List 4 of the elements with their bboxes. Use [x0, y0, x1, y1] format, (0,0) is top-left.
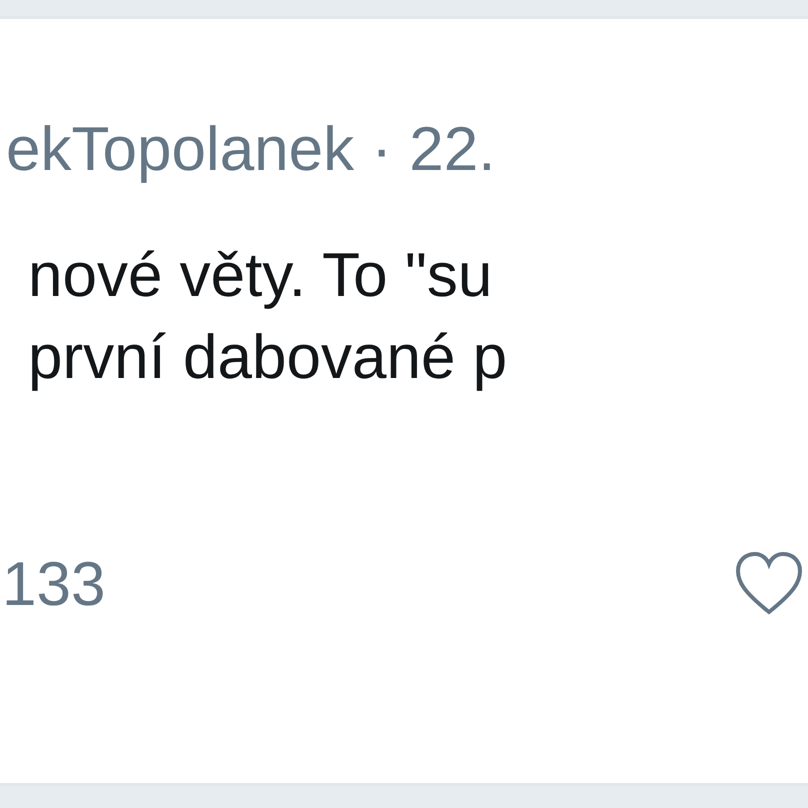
tweet-text: nové věty. To "su [28, 240, 494, 312]
reply-count: 133 [1, 549, 106, 620]
tweet-text: první dabované p [28, 322, 508, 394]
tweet-author: ekTopolanek · 22. [5, 114, 496, 185]
